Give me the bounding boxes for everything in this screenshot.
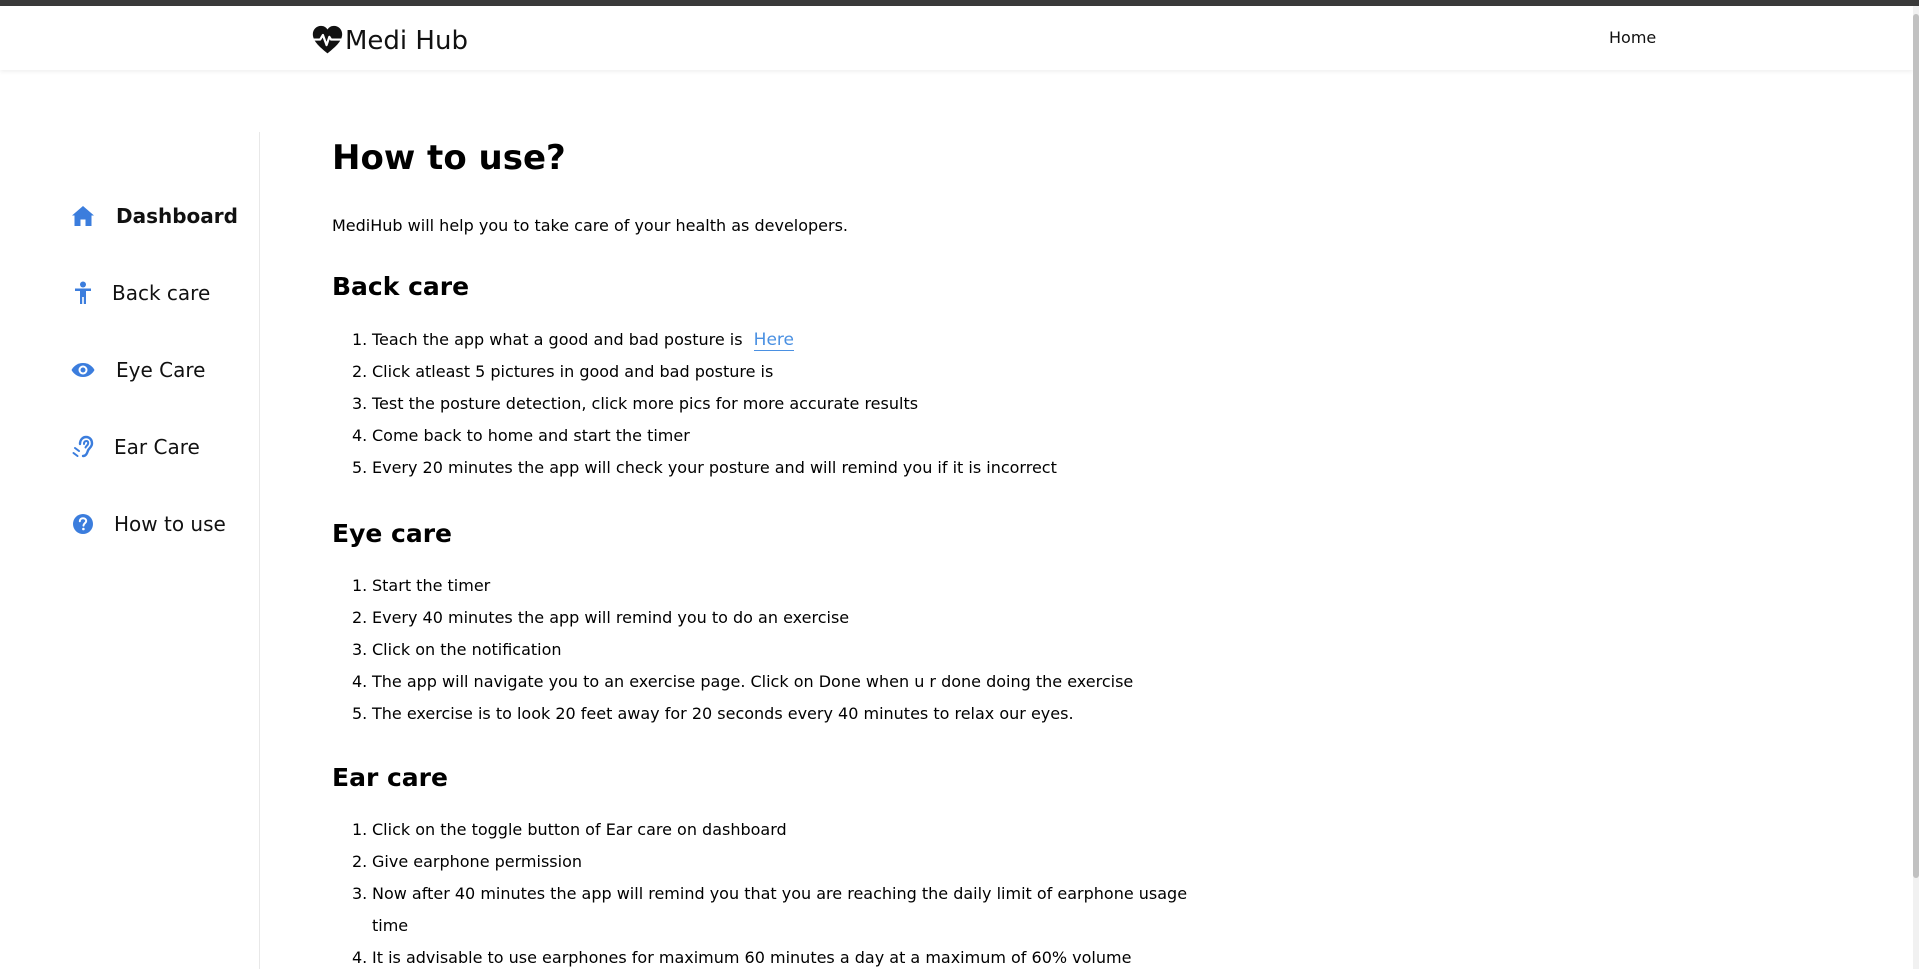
list-item: 4. Come back to home and start the timer [352,426,690,445]
list-item: 3. Now after 40 minutes the app will remi… [352,884,1188,935]
ear-care-steps: 1. Click on the toggle button of Ear care… [352,814,1192,969]
question-icon [70,511,96,537]
step-text: Click on the toggle button of Ear care o… [372,820,787,839]
list-item: 1. Start the timer [352,576,491,595]
sidebar-item-how-to-use[interactable]: How to use [70,511,226,537]
sidebar-item-label: Dashboard [116,204,238,228]
sidebar-item-label: Ear Care [114,435,200,459]
list-item: 1. Teach the app what a good and bad post… [352,330,794,351]
brand-name: Medi Hub [345,25,468,56]
step-text: Click on the notification [372,640,562,659]
sidebar-item-dashboard[interactable]: Dashboard [70,203,238,229]
list-item: 2. Give earphone permission [352,852,582,871]
nav-home-link[interactable]: Home [1609,28,1656,47]
page-scrollbar[interactable] [1913,6,1919,969]
heart-pulse-icon [311,25,344,54]
step-text: The app will navigate you to an exercise… [372,672,1134,691]
list-item: 4. It is advisable to use earphones for m… [352,948,1132,967]
sidebar: Dashboard Back care Eye Care Ear Care Ho… [0,132,260,969]
brand-logo-link[interactable]: Medi Hub [311,24,468,57]
intro-text: MediHub will help you to take care of yo… [332,216,849,235]
list-item: 3. Click on the notification [352,640,562,659]
sidebar-item-label: Back care [112,281,211,305]
section-heading-eye-care: Eye care [332,519,453,548]
step-text: The exercise is to look 20 feet away for… [372,704,1074,723]
sidebar-item-ear-care[interactable]: Ear Care [70,434,200,460]
step-text: Start the timer [372,576,491,595]
step-text: It is advisable to use earphones for max… [372,948,1132,967]
step-text: Come back to home and start the timer [372,426,690,445]
sidebar-item-eye-care[interactable]: Eye Care [70,357,205,383]
step-text: Click atleast 5 pictures in good and bad… [372,362,774,381]
step-text: Test the posture detection, click more p… [372,394,919,413]
step-text: Teach the app what a good and bad postur… [372,330,743,349]
eye-care-steps: 1. Start the timer 2. Every 40 minutes the… [352,570,1192,730]
scrollbar-thumb[interactable] [1913,14,1919,878]
posture-training-link[interactable]: Here [753,330,794,351]
back-care-steps: 1. Teach the app what a good and bad post… [352,324,1192,484]
ear-icon [70,434,96,460]
home-icon [70,203,96,229]
sidebar-item-back-care[interactable]: Back care [70,280,210,306]
list-item: 2. Click atleast 5 pictures in good and b… [352,362,774,381]
section-heading-back-care: Back care [332,272,470,301]
step-text: Every 40 minutes the app will remind you… [372,608,850,627]
list-item: 2. Every 40 minutes the app will remind y… [352,608,850,627]
list-item: 3. Test the posture detection, click more… [352,394,919,413]
step-text: Give earphone permission [372,852,582,871]
list-item: 5. The exercise is to look 20 feet away f… [352,704,1074,723]
section-heading-ear-care: Ear care [332,763,448,792]
list-item: 4. The app will navigate you to an exerci… [352,672,1134,691]
eye-icon [70,357,96,383]
list-item: 5. Every 20 minutes the app will check yo… [352,458,1057,477]
step-text: Now after 40 minutes the app will remind… [372,884,1188,935]
step-text: Every 20 minutes the app will check your… [372,458,1057,477]
person-icon [70,280,96,306]
sidebar-item-label: How to use [114,512,226,536]
sidebar-item-label: Eye Care [116,358,206,382]
page-title: How to use? [332,138,566,178]
top-navbar: Medi Hub Home [0,6,1913,70]
list-item: 1. Click on the toggle button of Ear care… [352,820,787,839]
